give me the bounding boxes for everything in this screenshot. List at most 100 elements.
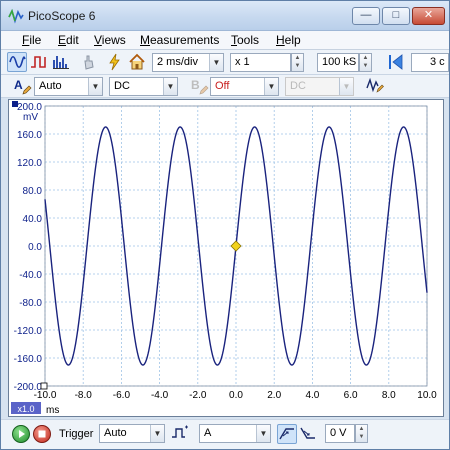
y-tick-label: 120.0 — [17, 158, 42, 169]
y-tick-label: 160.0 — [17, 130, 42, 141]
channel-b-coupling-select: DC ▼ — [285, 77, 354, 96]
trigger-mode-select[interactable]: Auto ▼ — [99, 424, 165, 443]
pulse-trigger-icon — [172, 425, 188, 438]
x-tick-label: 4.0 — [305, 390, 319, 401]
menu-file[interactable]: File — [22, 33, 41, 47]
scope-mode-button[interactable] — [7, 52, 27, 72]
channel-a-range-select[interactable]: Auto ▼ — [34, 77, 103, 96]
channel-toolbar: A Auto ▼ DC ▼ B Off ▼ DC ▼ — [1, 75, 449, 98]
menu-measurements[interactable]: Measurements — [140, 33, 219, 47]
x-tick-label: -8.0 — [75, 390, 93, 401]
signal-generator-button[interactable] — [105, 52, 125, 72]
samples-input[interactable]: 100 kS — [317, 53, 359, 72]
y-tick-label: -80.0 — [19, 298, 42, 309]
window-title: PicoScope 6 — [28, 9, 96, 23]
zoom-input[interactable]: x 1 — [230, 53, 291, 72]
chevron-down-icon: ▼ — [256, 425, 270, 442]
waveform-plot[interactable]: 200.0160.0120.080.040.00.0-40.0-80.0-120… — [9, 100, 443, 416]
falling-edge-button[interactable] — [299, 424, 319, 444]
zoom-value: x 1 — [235, 56, 250, 68]
pen-icon — [199, 85, 209, 95]
capture-count-value: 3 c — [430, 56, 445, 68]
channel-b-range-value: Off — [215, 80, 230, 92]
hand-pointer-icon — [84, 55, 94, 70]
home-button[interactable] — [127, 52, 147, 72]
menu-tools[interactable]: Tools — [231, 33, 259, 47]
minimize-button[interactable]: — — [352, 7, 380, 25]
lightning-icon — [109, 53, 120, 71]
x-tick-label: 8.0 — [382, 390, 396, 401]
trigger-threshold-input[interactable]: 0 V — [325, 424, 355, 443]
channel-a-range-value: Auto — [39, 80, 62, 92]
zoom-spinner[interactable]: ▲ ▼ — [291, 53, 304, 72]
y-tick-label: 0.0 — [28, 242, 42, 253]
channel-a-coupling-value: DC — [114, 80, 130, 92]
ruler-handle — [40, 382, 48, 390]
maximize-button[interactable]: □ — [382, 7, 410, 25]
falling-edge-icon — [300, 427, 315, 439]
channel-b-range-select[interactable]: Off ▼ — [210, 77, 279, 96]
close-button[interactable]: ✕ — [412, 7, 445, 25]
y-tick-label: -120.0 — [14, 326, 43, 337]
chevron-down-icon: ▼ — [264, 78, 278, 95]
scope-wave-icon — [9, 55, 26, 69]
spectrum-mode-button[interactable] — [51, 52, 71, 72]
channel-a-axis-marker — [12, 101, 18, 107]
stop-icon — [38, 430, 46, 438]
rewind-icon — [389, 54, 403, 70]
timebase-select[interactable]: 2 ms/div ▼ — [152, 53, 224, 72]
x-tick-label: 6.0 — [344, 390, 358, 401]
trigger-marker — [230, 240, 242, 252]
y-tick-label: -160.0 — [14, 354, 43, 365]
trigger-threshold-value: 0 V — [330, 427, 347, 439]
zoom-badge-label: x1.0 — [17, 404, 34, 414]
samples-value: 100 kS — [322, 56, 357, 68]
home-icon — [129, 53, 145, 70]
trigger-mode-value: Auto — [104, 427, 127, 439]
x-tick-label: -4.0 — [151, 390, 169, 401]
chevron-down-icon: ▼ — [150, 425, 164, 442]
first-buffer-button[interactable] — [386, 52, 406, 72]
menu-edit[interactable]: Edit — [58, 33, 79, 47]
spectrum-bars-icon — [53, 56, 69, 69]
picoscope-window: PicoScope 6 — □ ✕ File Edit Views Measur… — [0, 0, 450, 450]
channel-a-options-button[interactable]: A — [11, 76, 32, 96]
capture-count-input[interactable]: 3 c — [411, 53, 449, 72]
trigger-source-value: A — [204, 427, 212, 439]
y-tick-label: 80.0 — [23, 186, 43, 197]
y-unit-label: mV — [23, 112, 38, 123]
chevron-down-icon: ▼ — [88, 78, 102, 95]
samples-spinner[interactable]: ▲ ▼ — [359, 53, 372, 72]
main-toolbar: 2 ms/div ▼ x 1 ▲ ▼ 100 kS ▲ ▼ 3 c — [1, 50, 449, 75]
menu-help[interactable]: Help — [276, 33, 301, 47]
channel-options-button[interactable] — [365, 76, 385, 96]
pen-icon — [22, 85, 32, 95]
y-tick-label: -40.0 — [19, 270, 42, 281]
chevron-down-icon: ▼ — [339, 78, 353, 95]
advanced-trigger-button[interactable] — [171, 424, 191, 444]
timebase-value: 2 ms/div — [157, 56, 198, 68]
x-tick-label: -2.0 — [189, 390, 207, 401]
x-tick-label: 2.0 — [267, 390, 281, 401]
trigger-toolbar: Trigger Auto ▼ A ▼ 0 V ▲ ▼ — [1, 419, 449, 449]
x-tick-label: 10.0 — [417, 390, 437, 401]
measurements-button[interactable] — [79, 52, 99, 72]
title-bar: PicoScope 6 — □ ✕ — [1, 1, 449, 31]
wave-pen-icon — [366, 77, 384, 93]
scope-view[interactable]: 200.0 160.0 120.0 80.0 40.0 0.0 -40.0 -80.0 -120… — [8, 99, 444, 417]
chevron-down-icon: ▼ — [163, 78, 177, 95]
channel-a-coupling-select[interactable]: DC ▼ — [109, 77, 178, 96]
menu-views[interactable]: Views — [94, 33, 126, 47]
trigger-label: Trigger — [59, 428, 94, 440]
rising-edge-button[interactable] — [277, 424, 297, 444]
threshold-spinner[interactable]: ▲ ▼ — [355, 424, 368, 443]
start-button[interactable] — [12, 425, 30, 443]
stop-button[interactable] — [33, 425, 51, 443]
y-tick-label: 40.0 — [23, 214, 43, 225]
persistence-mode-button[interactable] — [29, 52, 49, 72]
channel-b-options-button[interactable]: B — [188, 76, 209, 96]
menu-bar: File Edit Views Measurements Tools Help — [1, 31, 449, 50]
trigger-source-select[interactable]: A ▼ — [199, 424, 271, 443]
x-tick-label: -6.0 — [113, 390, 131, 401]
x-unit-label: ms — [46, 405, 59, 416]
